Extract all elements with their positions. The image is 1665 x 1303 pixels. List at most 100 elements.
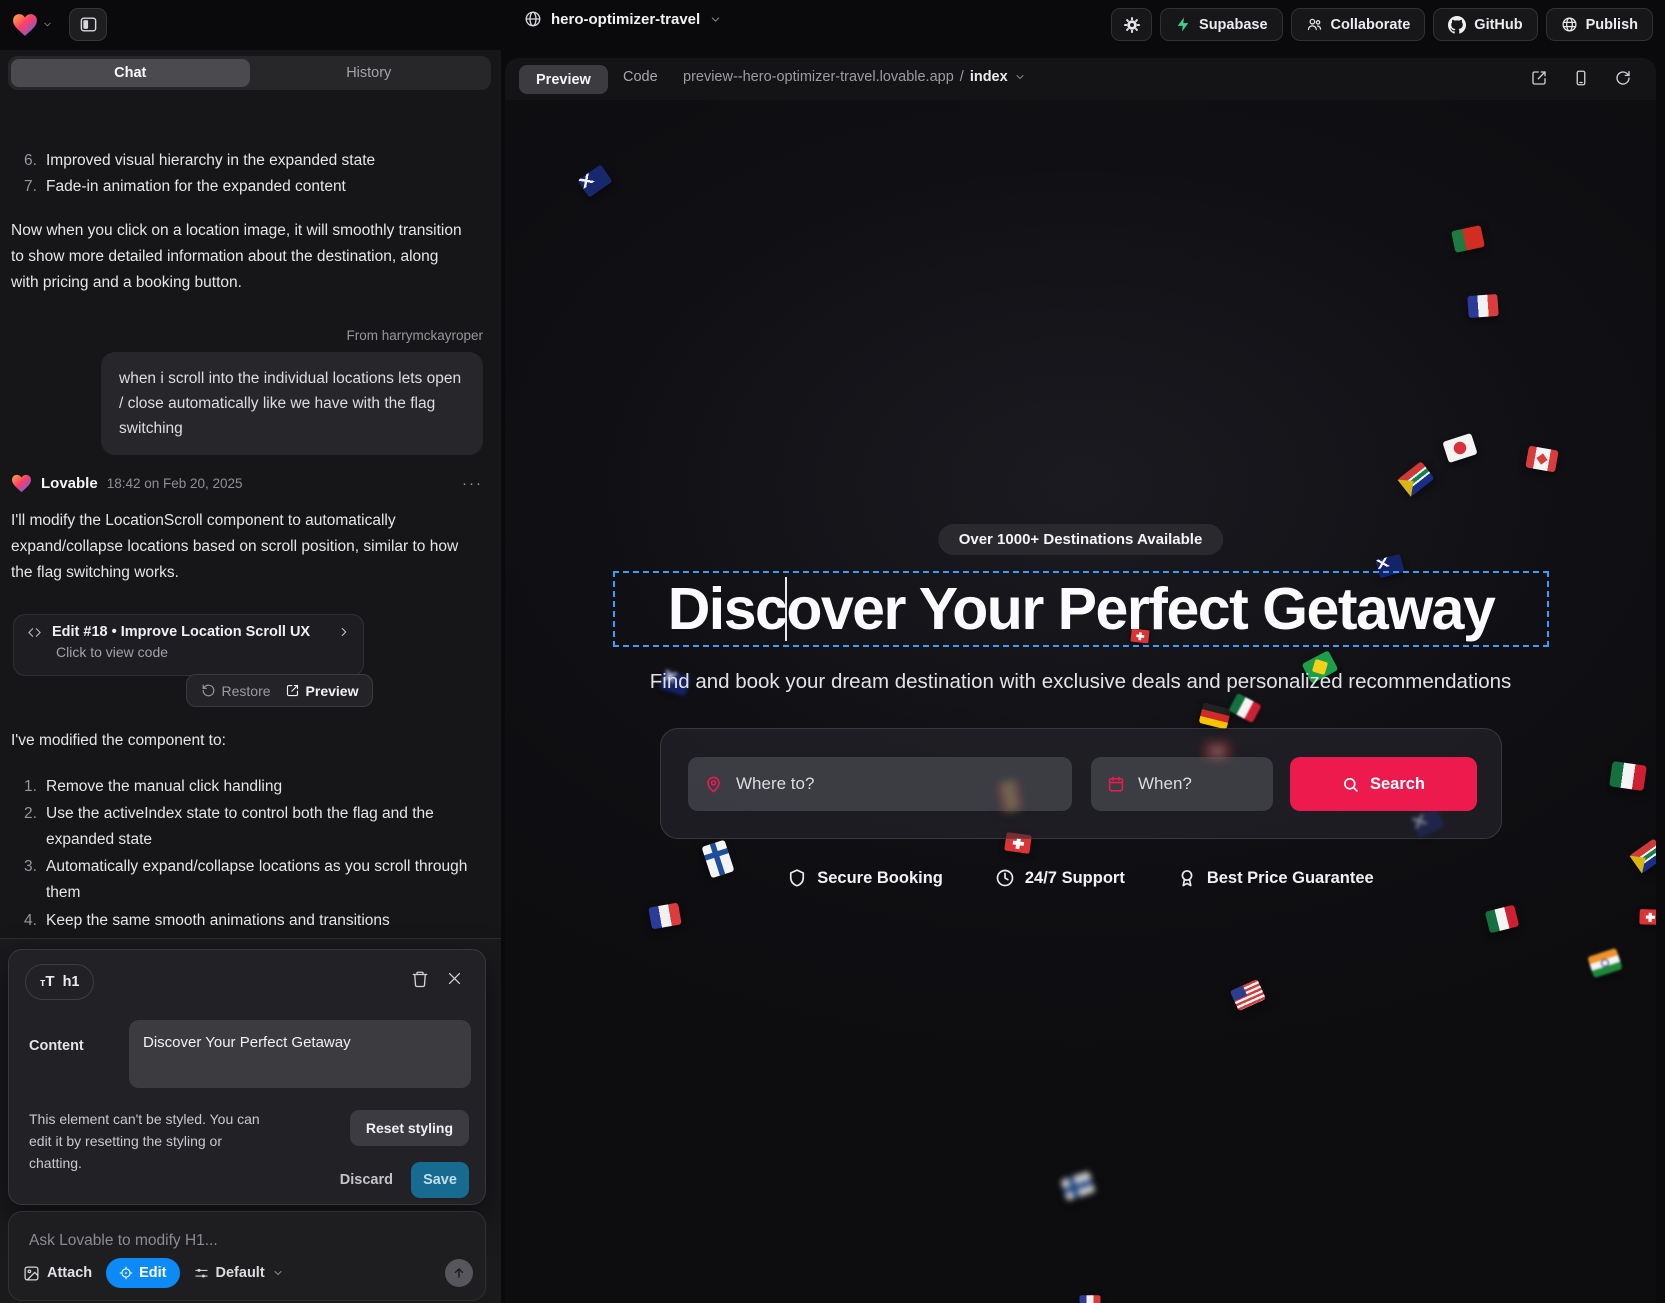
tab-chat[interactable]: Chat	[11, 59, 250, 87]
search-icon	[1342, 776, 1359, 793]
list-item: 4.Keep the same smooth animations and tr…	[0, 908, 470, 934]
supabase-button[interactable]: Supabase	[1160, 8, 1283, 41]
text-caret	[785, 577, 787, 641]
content-label: Content	[29, 1038, 84, 1054]
restore-button[interactable]: Restore	[201, 683, 271, 699]
element-tag-chip[interactable]: тT h1	[25, 964, 94, 1000]
feature-best-price: Best Price Guarantee	[1177, 868, 1374, 888]
flag-au-icon	[577, 164, 612, 197]
publish-globe-icon	[1561, 16, 1578, 33]
hero-subtitle: Find and book your dream destination wit…	[505, 670, 1656, 694]
code-icon	[26, 625, 43, 640]
h1-selection-outline[interactable]: Discover Your Perfect Getaway	[613, 571, 1549, 647]
github-button[interactable]: GitHub	[1433, 8, 1537, 41]
flag-fr-icon	[1080, 1295, 1101, 1303]
lovable-heart-icon	[12, 13, 38, 37]
chat-composer[interactable]: Ask Lovable to modify H1... Attach Edit	[8, 1211, 486, 1301]
tab-code[interactable]: Code	[623, 69, 658, 85]
flag-ca-icon	[1525, 446, 1558, 473]
globe-project-icon	[524, 10, 542, 28]
settings-button[interactable]	[1111, 8, 1152, 41]
send-button[interactable]	[445, 1259, 473, 1287]
destinations-badge: Over 1000+ Destinations Available	[938, 524, 1224, 555]
reset-styling-button[interactable]: Reset styling	[350, 1110, 469, 1146]
lovable-logo-menu[interactable]	[12, 13, 53, 37]
clock-icon	[995, 868, 1015, 888]
attach-button[interactable]: Attach	[23, 1265, 92, 1282]
list-item: 2.Use the activeIndex state to control b…	[0, 801, 470, 853]
publish-label: Publish	[1586, 17, 1638, 33]
delete-element-button[interactable]	[411, 970, 429, 988]
tab-history[interactable]: History	[250, 59, 489, 87]
feature-row: Secure Booking 24/7 Support Best Price G…	[505, 868, 1656, 888]
open-in-new-tab-button[interactable]	[1530, 69, 1548, 87]
feature-support: 24/7 Support	[995, 868, 1125, 888]
feature-secure-booking: Secure Booking	[787, 868, 943, 888]
tab-preview[interactable]: Preview	[519, 65, 608, 94]
composer-input[interactable]: Ask Lovable to modify H1...	[29, 1232, 218, 1250]
top-bar: hero-optimizer-travel	[0, 0, 1665, 50]
mode-selector[interactable]: Default	[194, 1265, 284, 1281]
list-item: 6.Improved visual hierarchy in the expan…	[0, 148, 470, 174]
flag-ch-icon	[1639, 909, 1656, 925]
when-input[interactable]: When?	[1091, 757, 1273, 811]
flag-in-icon	[1587, 948, 1622, 978]
search-card: Where to? When? Search	[660, 728, 1502, 839]
mobile-view-button[interactable]	[1572, 69, 1590, 87]
shield-icon	[787, 868, 807, 888]
element-editor-overlay: тT h1 Content Discover Your Perfect Geta…	[0, 938, 501, 1303]
edit-mode-button[interactable]: Edit	[106, 1258, 179, 1288]
preview-button[interactable]: Preview	[285, 683, 359, 699]
crosshair-icon	[119, 1266, 133, 1280]
typography-icon: тT	[40, 973, 55, 991]
assistant-paragraph: Now when you click on a location image, …	[11, 218, 463, 296]
collaborate-label: Collaborate	[1331, 17, 1411, 33]
list-item: 7.Fade-in animation for the expanded con…	[0, 174, 470, 200]
toggle-sidebar-button[interactable]	[69, 8, 107, 41]
hero-heading[interactable]: Discover Your Perfect Getaway	[615, 575, 1547, 643]
lovable-app: hero-optimizer-travel	[0, 0, 1665, 1303]
flag-us-icon	[1230, 979, 1266, 1011]
save-button[interactable]: Save	[411, 1162, 469, 1198]
project-switcher[interactable]: hero-optimizer-travel	[524, 10, 722, 28]
assistant-paragraph: I'll modify the LocationScroll component…	[11, 508, 463, 586]
sliders-icon	[194, 1266, 209, 1281]
project-name: hero-optimizer-travel	[551, 11, 700, 28]
assistant-message-header: Lovable 18:42 on Feb 20, 2025 ···	[11, 474, 483, 493]
message-menu-button[interactable]: ···	[462, 475, 483, 492]
preview-url[interactable]: preview--hero-optimizer-travel.lovable.a…	[683, 69, 1026, 85]
supabase-bolt-icon	[1175, 16, 1191, 33]
lovable-heart-icon	[11, 474, 32, 493]
url-page: index	[970, 69, 1008, 85]
element-tag-label: h1	[63, 974, 80, 990]
github-label: GitHub	[1474, 17, 1522, 33]
styling-note: This element can't be styled. You can ed…	[29, 1108, 261, 1174]
publish-button[interactable]: Publish	[1546, 8, 1653, 41]
message-timestamp: 18:42 on Feb 20, 2025	[107, 476, 243, 491]
content-textarea[interactable]: Discover Your Perfect Getaway	[129, 1020, 471, 1088]
flag-fr-icon	[1467, 294, 1498, 318]
image-attach-icon	[23, 1265, 40, 1282]
preview-toolbar: Preview Code preview--hero-optimizer-tra…	[505, 58, 1656, 100]
discard-button[interactable]: Discard	[340, 1172, 393, 1188]
edit-card-title: Edit #18 • Improve Location Scroll UX	[52, 624, 310, 640]
chat-sidebar: Chat History 6.Improved visual hierarchy…	[0, 50, 501, 1303]
project-chevron-down-icon	[709, 13, 722, 26]
search-button[interactable]: Search	[1290, 757, 1477, 811]
flag-mx-icon	[1609, 761, 1647, 791]
flag-mx-icon	[1485, 905, 1519, 934]
refresh-button[interactable]	[1614, 69, 1632, 87]
flag-fr-icon	[648, 903, 681, 930]
user-message-bubble: when i scroll into the individual locati…	[101, 352, 483, 455]
collaborate-button[interactable]: Collaborate	[1291, 8, 1426, 41]
url-chevron-down-icon	[1014, 71, 1026, 83]
edit-card-subtitle: Click to view code	[56, 644, 351, 660]
close-editor-button[interactable]	[446, 970, 463, 987]
collaborate-users-icon	[1306, 16, 1323, 33]
edit-version-card[interactable]: Edit #18 • Improve Location Scroll UX Cl…	[13, 614, 364, 676]
flag-de-icon	[1199, 702, 1232, 729]
github-icon	[1448, 16, 1466, 34]
preview-viewport[interactable]: Over 1000+ Destinations Available Discov…	[505, 100, 1656, 1303]
where-to-input[interactable]: Where to?	[688, 757, 1072, 811]
restore-preview-pill: Restore Preview	[186, 674, 373, 707]
